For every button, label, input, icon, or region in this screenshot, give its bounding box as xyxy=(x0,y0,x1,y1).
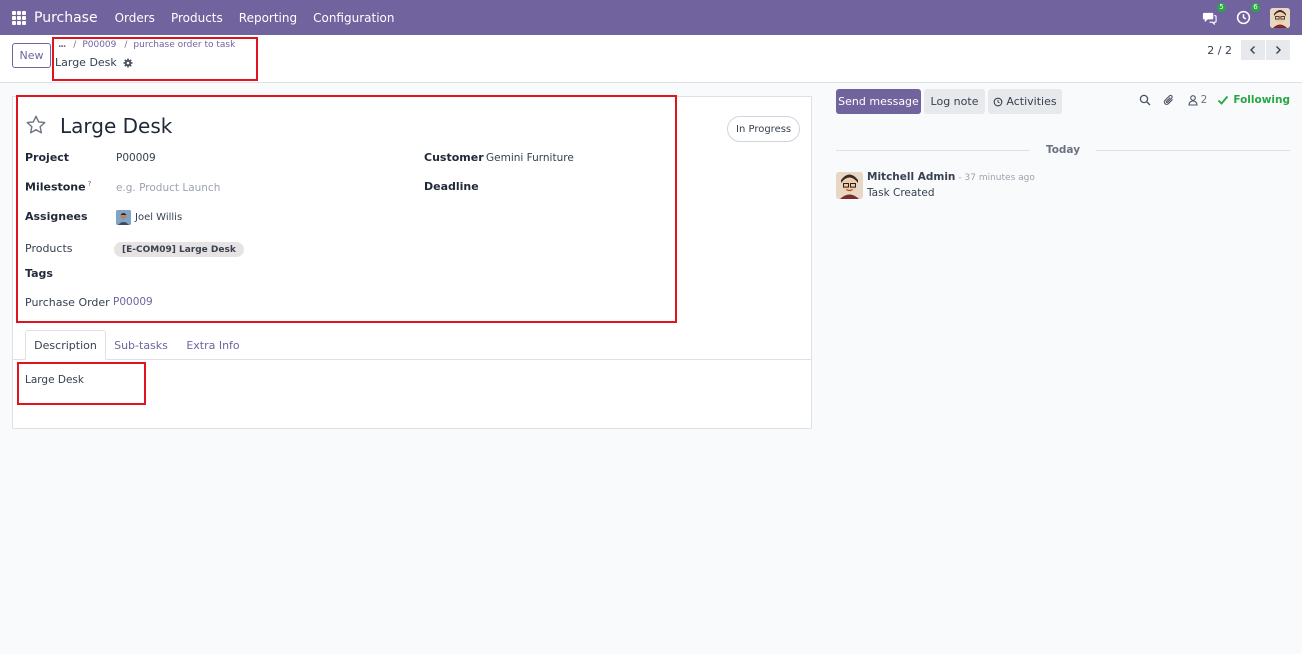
stage-status-button[interactable]: In Progress xyxy=(727,116,801,142)
check-icon xyxy=(1218,95,1229,105)
chevron-left-icon xyxy=(1250,46,1255,54)
following-button[interactable]: Following xyxy=(1217,94,1290,106)
message-timestamp: - 37 minutes ago xyxy=(958,173,1035,183)
new-button[interactable]: New xyxy=(12,43,51,68)
activities-button[interactable]: Activities xyxy=(988,89,1062,114)
message-author: Mitchell Admin - 37 minutes ago xyxy=(867,171,1035,183)
user-avatar[interactable] xyxy=(1270,7,1290,28)
messages-badge: 5 xyxy=(1217,2,1226,12)
top-navbar: Purchase Orders Products Reporting Confi… xyxy=(0,0,1302,35)
app-brand[interactable]: Purchase xyxy=(34,10,98,26)
messaging-button[interactable]: 5 xyxy=(1202,2,1226,26)
menu-reporting[interactable]: Reporting xyxy=(239,11,297,25)
following-label: Following xyxy=(1233,94,1290,106)
chevron-right-icon xyxy=(1276,46,1281,54)
date-separator: Today xyxy=(836,144,1290,156)
message-author-avatar[interactable] xyxy=(836,172,863,199)
activities-badge: 6 xyxy=(1251,2,1260,12)
clock-icon xyxy=(994,97,1003,106)
search-icon xyxy=(1139,94,1151,106)
tab-sub-tasks[interactable]: Sub-tasks xyxy=(112,330,170,360)
breadcrumb-highlight xyxy=(52,37,258,81)
send-message-button[interactable]: Send message xyxy=(836,89,921,114)
pager-value[interactable]: 2 / 2 xyxy=(1207,44,1232,57)
chatter-tools: 2 Following xyxy=(1127,94,1290,106)
pager-next-button[interactable] xyxy=(1266,40,1290,60)
user-icon xyxy=(1188,95,1198,106)
message-author-name[interactable]: Mitchell Admin xyxy=(867,171,955,183)
activities-label: Activities xyxy=(1006,95,1057,108)
attachments-button[interactable] xyxy=(1163,94,1175,106)
menu-configuration[interactable]: Configuration xyxy=(313,11,394,25)
task-fields-highlight xyxy=(16,95,677,323)
tab-description[interactable]: Description xyxy=(25,330,106,360)
message-body: Task Created xyxy=(867,187,935,199)
paperclip-icon xyxy=(1163,94,1173,105)
pager-previous-button[interactable] xyxy=(1241,40,1265,60)
search-messages-button[interactable] xyxy=(1139,94,1151,106)
menu-products[interactable]: Products xyxy=(171,11,223,25)
clock-icon xyxy=(1236,10,1251,24)
followers-button[interactable]: 2 xyxy=(1187,94,1208,106)
log-note-button[interactable]: Log note xyxy=(924,89,985,114)
menu-orders[interactable]: Orders xyxy=(115,11,155,25)
activities-button[interactable]: 6 xyxy=(1236,2,1260,26)
chat-icon xyxy=(1202,12,1217,25)
tab-extra-info[interactable]: Extra Info xyxy=(182,330,244,360)
followers-count: 2 xyxy=(1200,94,1208,106)
apps-menu-icon[interactable] xyxy=(12,10,26,25)
pager: 2 / 2 xyxy=(1207,40,1290,60)
description-highlight xyxy=(17,362,146,405)
notebook-tabs: Description Sub-tasks Extra Info xyxy=(13,330,811,360)
